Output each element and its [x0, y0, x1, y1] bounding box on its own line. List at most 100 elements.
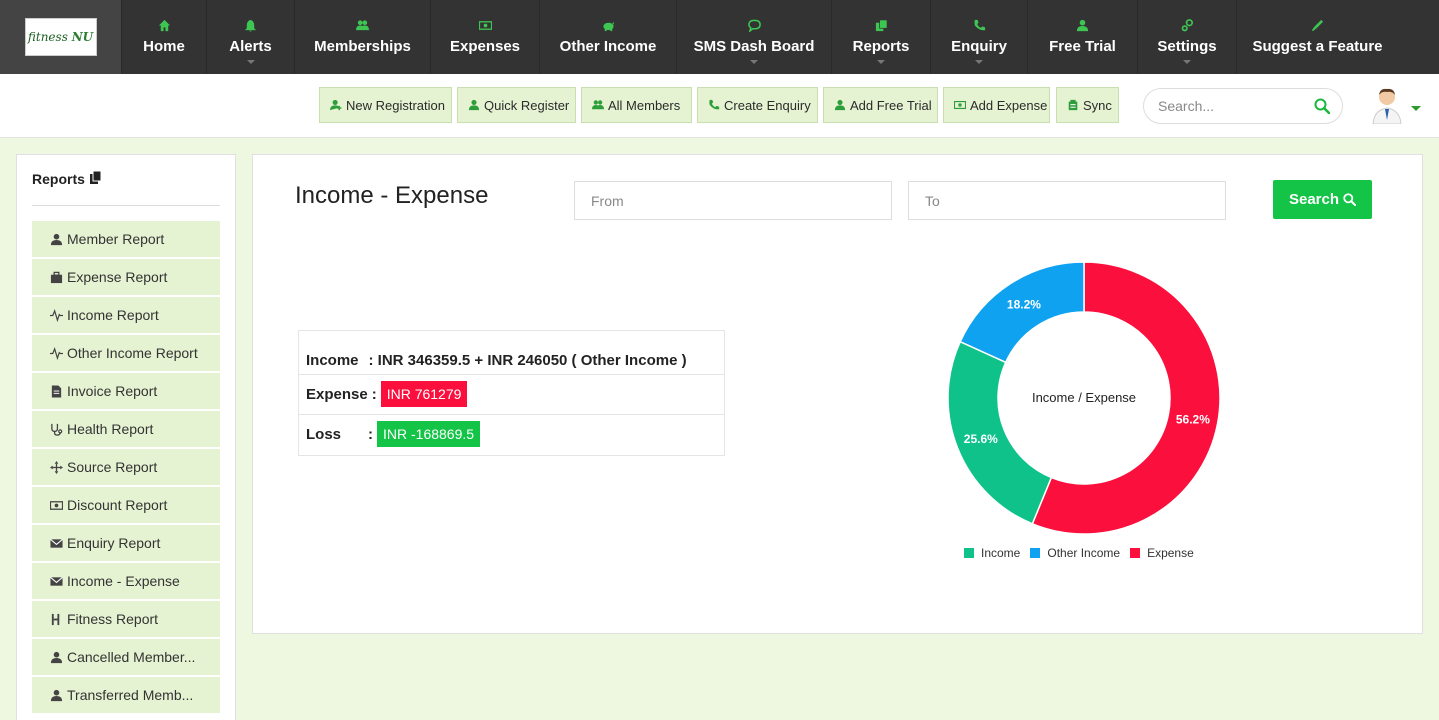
- row-divider: [299, 374, 724, 375]
- chart-legend: Income Other Income Expense: [964, 546, 1204, 560]
- slice-other-income[interactable]: [959, 261, 1085, 364]
- sidebar-item-income-expense[interactable]: Income - Expense: [32, 563, 220, 599]
- income-expense-donut-chart: 56.2% 25.6% 18.2% Income / Expense: [947, 261, 1221, 535]
- global-search: [1143, 88, 1343, 124]
- nav-label: SMS Dash Board: [693, 37, 815, 55]
- quick-register-button[interactable]: Quick Register: [457, 87, 576, 123]
- action-label: Quick Register: [484, 97, 570, 113]
- sidebar-item-label: Cancelled Member...: [67, 649, 196, 665]
- copy-icon: [874, 19, 888, 32]
- nav-reports[interactable]: Reports: [831, 0, 930, 74]
- chevron-down-icon: [1183, 60, 1191, 64]
- to-date-input[interactable]: [908, 181, 1226, 220]
- sidebar-item-label: Fitness Report: [67, 611, 159, 627]
- loss-row: Loss : INR -168869.5: [306, 420, 481, 448]
- copy-icon: [89, 170, 102, 187]
- nav-label: Other Income: [559, 37, 657, 55]
- legend-item-income[interactable]: Income: [964, 546, 1020, 560]
- main-menu: Home Alerts Memberships Expenses Other I…: [121, 0, 1398, 74]
- sidebar-item-source-report[interactable]: Source Report: [32, 449, 220, 485]
- users-icon: [592, 99, 604, 111]
- expense-row: Expense : INR 761279: [306, 380, 468, 408]
- loss-badge: INR -168869.5: [377, 421, 481, 447]
- envelope-icon: [49, 575, 63, 588]
- nav-label: Free Trial: [1049, 37, 1116, 55]
- sidebar-item-income-report[interactable]: Income Report: [32, 297, 220, 333]
- user-plus-icon: [330, 99, 342, 111]
- action-label: Add Free Trial: [850, 97, 932, 113]
- sidebar-item-invoice-report[interactable]: Invoice Report: [32, 373, 220, 409]
- action-label: New Registration: [346, 97, 445, 113]
- income-label: Income: [306, 351, 359, 369]
- sidebar-item-cancelled-member[interactable]: Cancelled Member...: [32, 639, 220, 675]
- sidebar-item-expense-report[interactable]: Expense Report: [32, 259, 220, 295]
- all-members-button[interactable]: All Members: [581, 87, 692, 123]
- sidebar-item-fitness-report[interactable]: Fitness Report: [32, 601, 220, 637]
- nav-free-trial[interactable]: Free Trial: [1027, 0, 1137, 74]
- loss-separator: :: [368, 425, 373, 443]
- sidebar-item-other-income-report[interactable]: Other Income Report: [32, 335, 220, 371]
- file-icon: [49, 384, 63, 398]
- nav-home[interactable]: Home: [121, 0, 206, 74]
- data-label-other-income: 18.2%: [1007, 298, 1041, 312]
- user-icon: [49, 689, 63, 702]
- sync-button[interactable]: Sync: [1056, 87, 1119, 123]
- search-input[interactable]: [1158, 98, 1308, 114]
- expense-label: Expense: [306, 385, 368, 403]
- piggy-bank-icon: [601, 20, 615, 32]
- sidebar-item-health-report[interactable]: Health Report: [32, 411, 220, 447]
- legend-item-expense[interactable]: Expense: [1130, 546, 1194, 560]
- briefcase-icon: [49, 271, 63, 284]
- fitness-nu-logo: fitness NU: [24, 18, 97, 56]
- user-icon: [49, 233, 63, 246]
- top-navbar: fitness NU Home Alerts Memberships Expen…: [0, 0, 1439, 74]
- nav-memberships[interactable]: Memberships: [294, 0, 430, 74]
- action-bar: New Registration Quick Register All Member…: [0, 74, 1439, 138]
- sidebar-item-enquiry-report[interactable]: Enquiry Report: [32, 525, 220, 561]
- pulse-icon: [49, 308, 63, 322]
- pulse-icon: [49, 346, 63, 360]
- user-icon: [49, 651, 63, 664]
- add-free-trial-button[interactable]: Add Free Trial: [823, 87, 938, 123]
- nav-sms[interactable]: SMS Dash Board: [676, 0, 831, 74]
- sidebar-item-label: Health Report: [67, 421, 154, 437]
- sidebar-item-member-report[interactable]: Member Report: [32, 221, 220, 257]
- money-icon: [49, 499, 63, 512]
- user-avatar[interactable]: [1370, 86, 1404, 125]
- nav-expenses[interactable]: Expenses: [430, 0, 539, 74]
- add-expense-button[interactable]: Add Expense: [943, 87, 1050, 123]
- sidebar-item-label: Invoice Report: [67, 383, 158, 399]
- legend-swatch: [1030, 548, 1041, 558]
- chevron-down-icon: [877, 60, 885, 64]
- action-label: Add Expense: [970, 97, 1048, 113]
- chat-icon: [747, 19, 761, 32]
- row-divider: [299, 414, 724, 415]
- new-registration-button[interactable]: New Registration: [319, 87, 452, 123]
- expense-badge: INR 761279: [380, 381, 468, 407]
- logo-container[interactable]: fitness NU: [0, 0, 121, 74]
- legend-swatch: [964, 548, 974, 558]
- user-icon: [468, 99, 480, 111]
- nav-other-income[interactable]: Other Income: [539, 0, 676, 74]
- phone-icon: [708, 99, 720, 111]
- create-enquiry-button[interactable]: Create Enquiry: [697, 87, 818, 123]
- nav-label: Reports: [852, 37, 910, 55]
- search-icon[interactable]: [1314, 98, 1331, 119]
- nav-alerts[interactable]: Alerts: [206, 0, 294, 74]
- microphone-icon: [1311, 19, 1325, 32]
- sidebar-item-transferred-memb[interactable]: Transferred Memb...: [32, 677, 220, 713]
- search-button[interactable]: Search: [1273, 180, 1372, 219]
- user-add-icon: [834, 99, 846, 111]
- nav-settings[interactable]: Settings: [1137, 0, 1236, 74]
- divider: [32, 205, 220, 206]
- home-icon: [157, 19, 171, 32]
- page-title: Income - Expense: [295, 182, 489, 209]
- nav-label: Suggest a Feature: [1252, 37, 1383, 55]
- legend-item-other-income[interactable]: Other Income: [1030, 546, 1120, 560]
- sidebar-item-discount-report[interactable]: Discount Report: [32, 487, 220, 523]
- summary-table: Income : INR 346359.5 + INR 246050 ( Oth…: [298, 330, 725, 456]
- nav-enquiry[interactable]: Enquiry: [930, 0, 1027, 74]
- from-date-input[interactable]: [574, 181, 892, 220]
- user-menu-caret[interactable]: [1411, 106, 1421, 111]
- nav-suggest[interactable]: Suggest a Feature: [1236, 0, 1398, 74]
